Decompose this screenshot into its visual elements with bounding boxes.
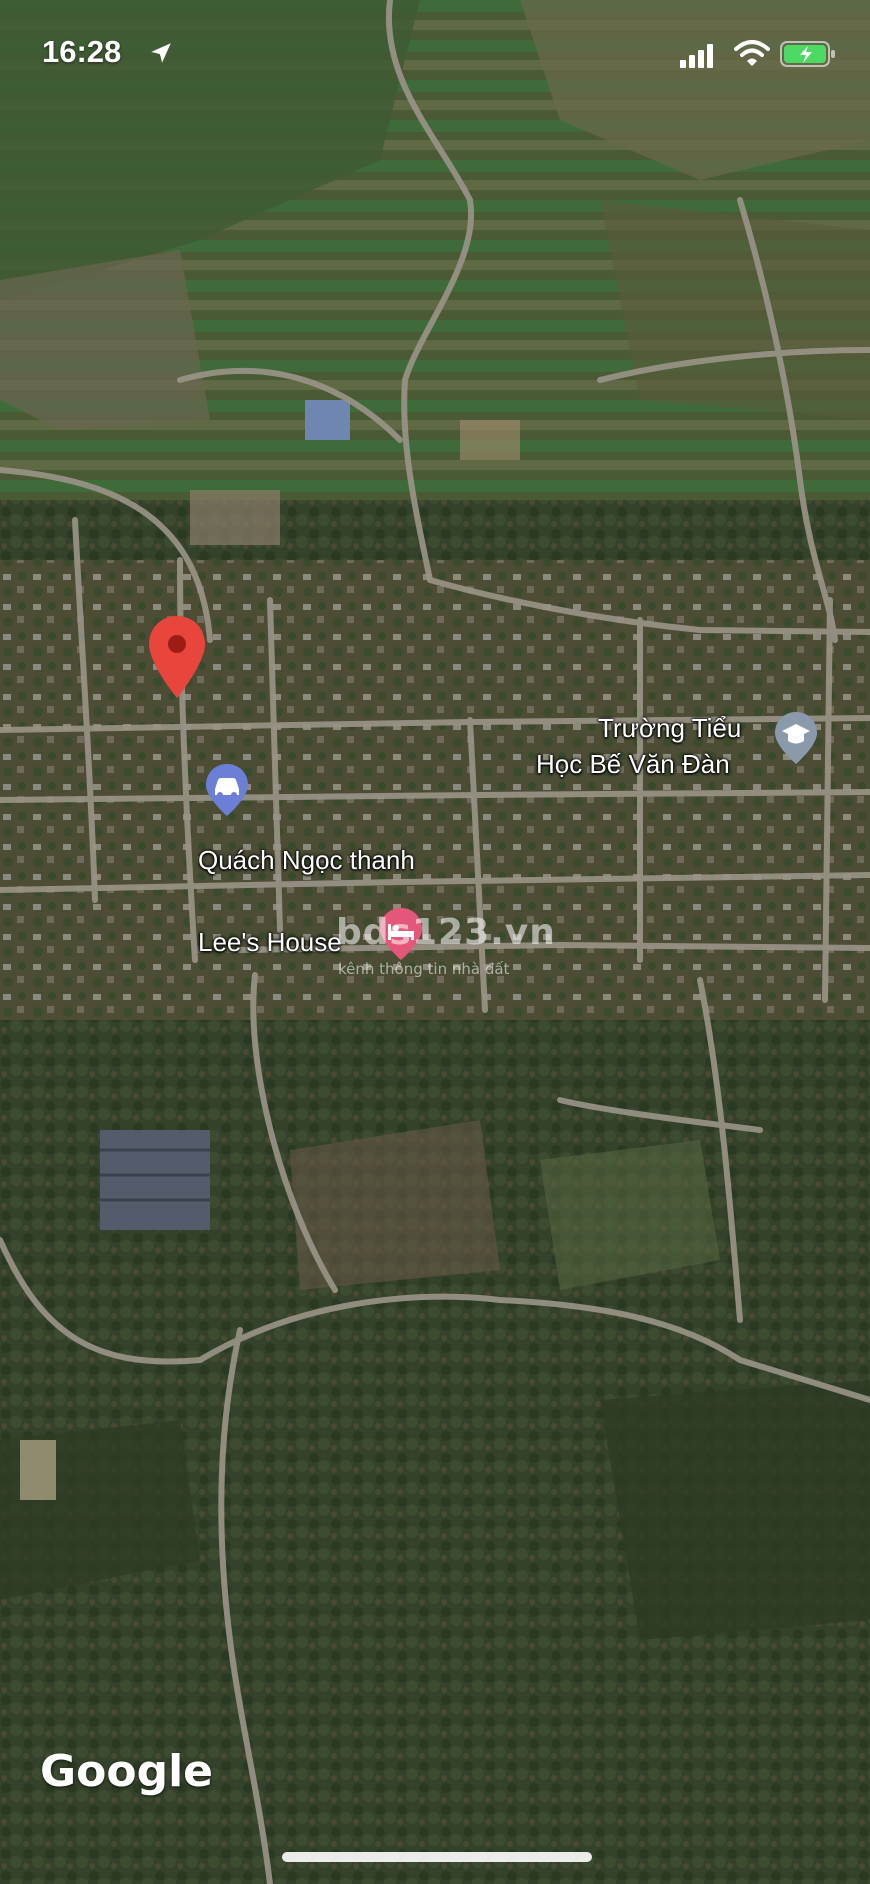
bds123-watermark: bds123.vn [336, 912, 556, 953]
bds123-watermark-tagline: kênh thông tin nhà đất [338, 960, 510, 978]
location-arrow-icon [151, 43, 171, 63]
graduation-cap-icon[interactable] [773, 710, 819, 766]
status-bar: 16:28 [0, 0, 870, 100]
cellular-signal-icon [680, 44, 713, 68]
battery-charging-icon [780, 41, 835, 67]
wifi-icon [734, 40, 770, 66]
poi-label-school-line1[interactable]: Trường Tiểu [598, 712, 741, 744]
clock: 16:28 [42, 34, 122, 69]
home-indicator[interactable] [282, 1852, 592, 1862]
dropped-pin-marker[interactable] [147, 614, 207, 700]
car-service-icon[interactable] [204, 762, 250, 818]
poi-label-lees-house[interactable]: Lee's House [198, 926, 342, 958]
google-attribution-logo[interactable]: Google [40, 1746, 213, 1797]
poi-label-school-line2[interactable]: Học Bế Văn Đàn [536, 748, 730, 780]
poi-label-quach-ngoc-thanh[interactable]: Quách Ngọc thanh [198, 844, 415, 876]
